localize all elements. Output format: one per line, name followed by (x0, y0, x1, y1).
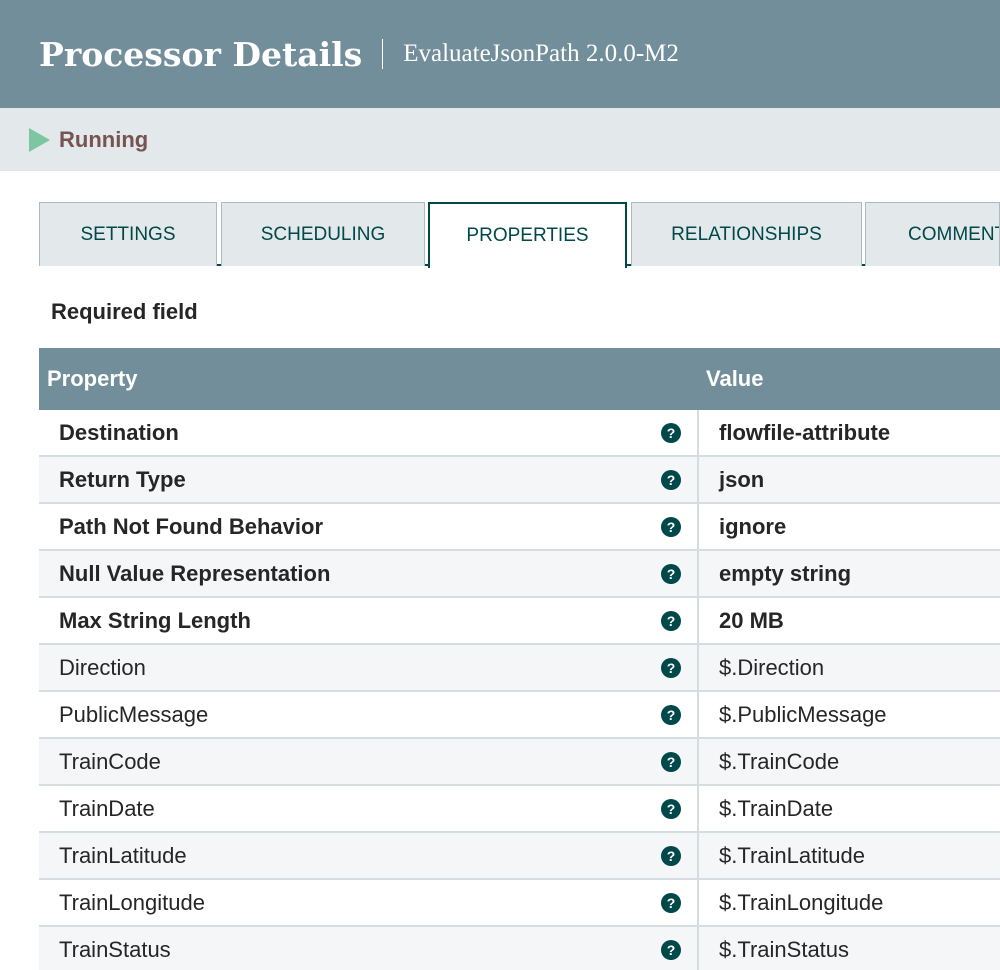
help-icon[interactable]: ? (661, 469, 681, 490)
help-icon[interactable]: ? (661, 516, 681, 537)
property-value[interactable]: $.TrainStatus (699, 927, 1000, 970)
table-row[interactable]: TrainLongitude? $.TrainLongitude (39, 880, 1000, 927)
property-name-cell: Path Not Found Behavior? (39, 504, 699, 549)
table-row[interactable]: PublicMessage? $.PublicMessage (39, 692, 1000, 739)
table-row[interactable]: Return Type? json (39, 457, 1000, 504)
property-name-cell: Destination? (39, 410, 699, 455)
property-name: Null Value Representation (59, 560, 331, 586)
property-value[interactable]: $.TrainCode (699, 739, 1000, 784)
dialog-header: Processor Details EvaluateJsonPath 2.0.0… (0, 0, 1000, 108)
property-name-cell: Return Type? (39, 457, 699, 502)
help-icon[interactable]: ? (661, 892, 681, 913)
property-name-cell: TrainLatitude? (39, 833, 699, 878)
table-row[interactable]: TrainLatitude? $.TrainLatitude (39, 833, 1000, 880)
help-icon[interactable]: ? (661, 845, 681, 866)
help-icon[interactable]: ? (661, 939, 681, 960)
property-name-cell: Null Value Representation? (39, 551, 699, 596)
table-row[interactable]: Direction? $.Direction (39, 645, 1000, 692)
property-value[interactable]: flowfile-attribute (699, 410, 1000, 455)
help-icon[interactable]: ? (661, 798, 681, 819)
column-header-value[interactable]: Value (699, 366, 763, 392)
property-name: TrainStatus (59, 936, 171, 962)
property-value[interactable]: ignore (699, 504, 1000, 549)
required-field-note: Required field (51, 299, 198, 324)
property-name: Direction (59, 654, 146, 680)
property-name-cell: TrainCode? (39, 739, 699, 784)
table-body: Destination? flowfile-attribute Return Typ… (39, 410, 1000, 970)
table-row[interactable]: Null Value Representation? empty string (39, 551, 1000, 598)
tab-settings[interactable]: SETTINGS (39, 202, 217, 266)
table-row[interactable]: TrainCode? $.TrainCode (39, 739, 1000, 786)
table-row[interactable]: TrainStatus? $.TrainStatus (39, 927, 1000, 970)
property-name: Destination (59, 419, 179, 445)
header-divider (382, 39, 384, 69)
property-value[interactable]: json (699, 457, 1000, 502)
tab-relationships[interactable]: RELATIONSHIPS (631, 202, 862, 266)
property-name: TrainCode (59, 748, 161, 774)
property-value[interactable]: $.TrainLatitude (699, 833, 1000, 878)
property-name-cell: TrainStatus? (39, 927, 699, 970)
property-name-cell: PublicMessage? (39, 692, 699, 737)
property-name: TrainLongitude (59, 889, 205, 915)
property-value[interactable]: $.Direction (699, 645, 1000, 690)
tab-comments[interactable]: COMMENT (865, 202, 1000, 266)
dialog-title: Processor Details (39, 34, 363, 74)
property-value[interactable]: $.TrainLongitude (699, 880, 1000, 925)
help-icon[interactable]: ? (661, 751, 681, 772)
tab-bar: SETTINGS SCHEDULING PROPERTIES RELATIONS… (39, 202, 1000, 268)
property-name: TrainDate (59, 795, 155, 821)
table-row[interactable]: TrainDate? $.TrainDate (39, 786, 1000, 833)
property-name: Return Type (59, 466, 186, 492)
property-name: Max String Length (59, 607, 251, 633)
property-name: Path Not Found Behavior (59, 513, 323, 539)
property-value[interactable]: $.TrainDate (699, 786, 1000, 831)
property-name: TrainLatitude (59, 842, 187, 868)
property-value[interactable]: empty string (699, 551, 1000, 596)
properties-table: Property Value Destination? flowfile-attr… (39, 348, 1000, 970)
play-icon (29, 127, 50, 152)
table-row[interactable]: Destination? flowfile-attribute (39, 410, 1000, 457)
column-header-property[interactable]: Property (39, 366, 699, 392)
property-name-cell: TrainLongitude? (39, 880, 699, 925)
property-name-cell: TrainDate? (39, 786, 699, 831)
processor-type-version: EvaluateJsonPath 2.0.0-M2 (403, 40, 679, 67)
property-name-cell: Direction? (39, 645, 699, 690)
help-icon[interactable]: ? (661, 704, 681, 725)
property-value[interactable]: 20 MB (699, 598, 1000, 643)
help-icon[interactable]: ? (661, 657, 681, 678)
property-name-cell: Max String Length? (39, 598, 699, 643)
table-row[interactable]: Path Not Found Behavior? ignore (39, 504, 1000, 551)
help-icon[interactable]: ? (661, 610, 681, 631)
table-header: Property Value (39, 348, 1000, 410)
run-status-label: Running (59, 126, 149, 152)
property-value[interactable]: $.PublicMessage (699, 692, 1000, 737)
tab-scheduling[interactable]: SCHEDULING (221, 202, 425, 266)
help-icon[interactable]: ? (661, 563, 681, 584)
table-row[interactable]: Max String Length? 20 MB (39, 598, 1000, 645)
help-icon[interactable]: ? (661, 422, 681, 443)
status-bar: Running (0, 108, 1000, 171)
property-name: PublicMessage (59, 701, 209, 727)
tab-properties[interactable]: PROPERTIES (428, 202, 627, 268)
